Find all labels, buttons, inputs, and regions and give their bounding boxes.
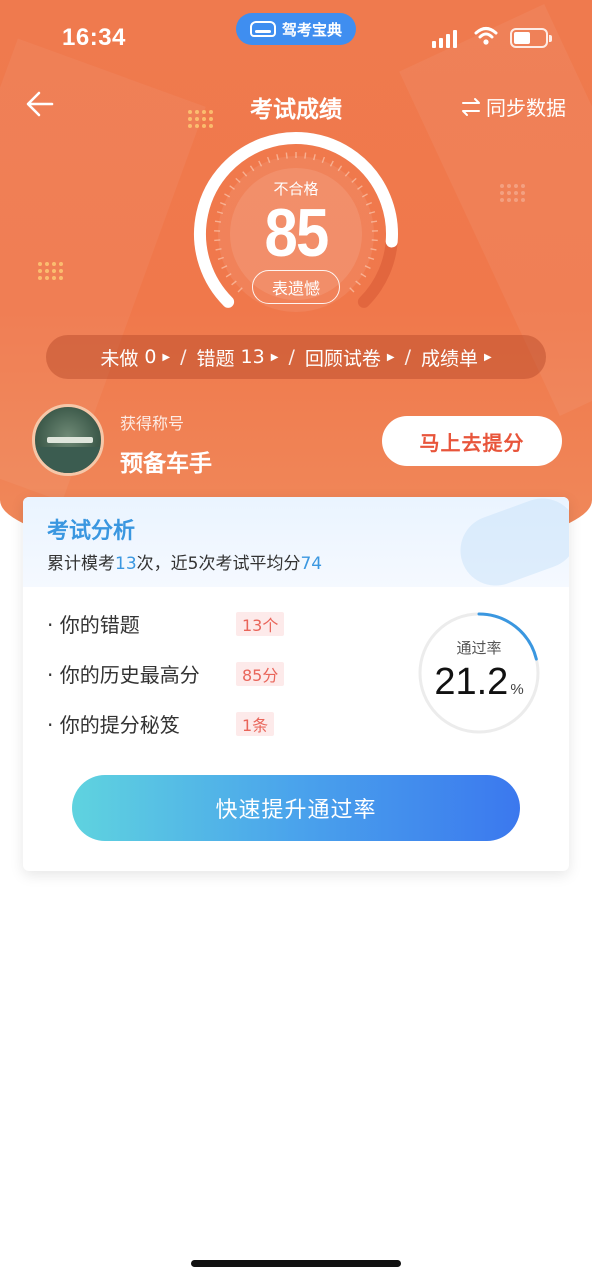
mock-count: 13: [115, 554, 137, 574]
shortcut-undone[interactable]: 未做 0 ▶: [100, 344, 170, 371]
shortcut-review[interactable]: 回顾试卷 ▶: [305, 344, 395, 371]
stat-best-value: 85分: [236, 662, 285, 686]
wifi-icon: [474, 27, 498, 45]
title-name: 预备车手: [120, 451, 212, 477]
average-score: 74: [300, 554, 323, 574]
decor-dots: [38, 262, 63, 280]
sync-data-button[interactable]: 同步数据: [460, 92, 566, 121]
stat-wrong-value: 13个: [236, 612, 285, 636]
exam-score: 85: [264, 195, 329, 271]
shortcut-wrong[interactable]: 错题 13 ▶: [197, 344, 279, 371]
stat-best-label[interactable]: · 你的历史最高分: [47, 659, 200, 688]
divider: /: [288, 346, 295, 368]
stat-wrong-label[interactable]: · 你的错题: [47, 609, 140, 638]
result-shortcuts: 未做 0 ▶ / 错题 13 ▶ / 回顾试卷 ▶ / 成绩单 ▶: [46, 335, 546, 379]
gauge-tick: [304, 152, 307, 159]
cellular-signal-icon: [432, 30, 457, 48]
battery-icon: [510, 28, 552, 48]
regret-tag-button[interactable]: 表遗憾: [252, 270, 340, 304]
pass-rate-label: 通过率: [456, 639, 502, 657]
improve-pass-rate-button[interactable]: 快速提升通过率: [72, 775, 520, 841]
stat-tips-label[interactable]: · 你的提分秘笈: [47, 709, 180, 738]
card-summary: 累计模考13次，近5次考试平均分74: [47, 554, 323, 574]
app-return-pill[interactable]: 驾考宝典: [236, 13, 356, 45]
play-arrow-icon: ▶: [386, 351, 395, 363]
car-icon: [249, 21, 276, 37]
play-arrow-icon: ▶: [270, 351, 279, 363]
divider: /: [180, 346, 187, 368]
gauge-tick: [370, 220, 378, 223]
sync-arrows-icon: [462, 97, 480, 116]
app-pill-label: 驾考宝典: [281, 20, 342, 39]
shortcut-report[interactable]: 成绩单 ▶: [421, 344, 492, 371]
play-arrow-icon: ▶: [162, 351, 171, 363]
play-arrow-icon: ▶: [483, 351, 492, 363]
home-indicator[interactable]: [191, 1260, 401, 1267]
card-title: 考试分析: [47, 519, 136, 544]
status-time: 16:34: [62, 24, 126, 51]
divider: /: [404, 346, 411, 368]
decor-dots: [500, 184, 525, 202]
gauge-tick: [285, 152, 288, 159]
boost-score-button[interactable]: 马上去提分: [382, 416, 562, 466]
pass-rate-value: 21.2%: [434, 661, 524, 703]
title-label: 获得称号: [120, 414, 185, 433]
exam-analysis-card: 考试分析 累计模考13次，近5次考试平均分74 · 你的错题 13个 · 你的历…: [23, 497, 569, 871]
sync-label: 同步数据: [486, 96, 566, 120]
gauge-tick: [214, 220, 222, 223]
avatar[interactable]: [32, 404, 104, 476]
stat-tips-value: 1条: [236, 712, 275, 736]
